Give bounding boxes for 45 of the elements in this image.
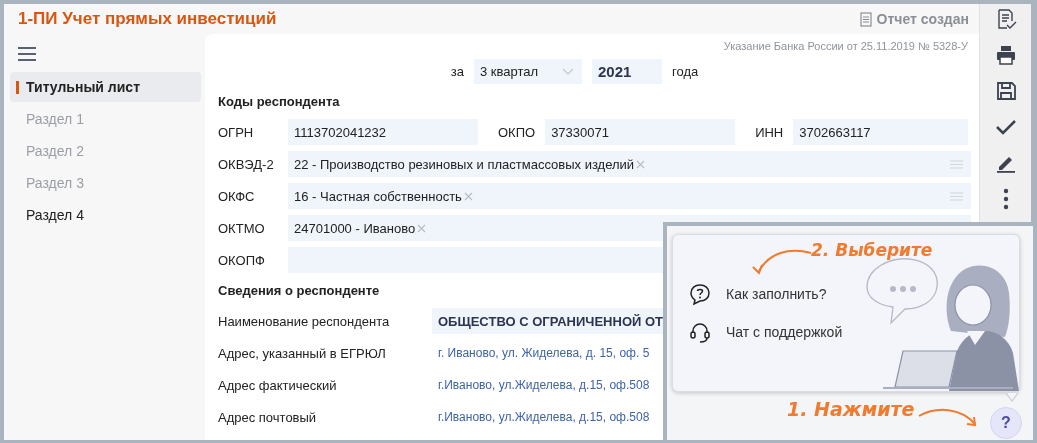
help-menu-item[interactable]: Как заполнить? (689, 283, 827, 305)
save-icon[interactable] (994, 80, 1017, 102)
field-label: Адрес почтовый (218, 409, 318, 425)
period-label: года (672, 64, 699, 79)
field-label: ИНН (755, 124, 784, 140)
tag-text: 22 - Производство резиновых и пластмассовых изделий (294, 156, 635, 172)
hint-text: 2. Выберите (811, 240, 933, 260)
hint-text: 1. Нажмите (787, 398, 915, 420)
help-button[interactable]: ? (990, 407, 1022, 439)
tag-text: 16 - Частная собственность (294, 188, 462, 204)
section-title: Сведения о респонденте (218, 283, 380, 298)
headset-icon (689, 321, 711, 343)
status-text: Отчет создан (876, 11, 969, 27)
sidebar-item[interactable]: Титульный лист (10, 72, 201, 102)
field-label: ОКВЭД-2 (218, 156, 275, 172)
chevron-down-icon (562, 68, 574, 75)
input-field[interactable]: 3702663117 (793, 119, 969, 145)
field-label: Адрес, указанный в ЕГРЮЛ (218, 345, 387, 361)
field-label: ОГРН (218, 124, 255, 140)
field-label: ОКТМО (218, 220, 266, 236)
regulation-note: Указание Банка России от 25.11.2019 № 5328-У (722, 40, 969, 52)
curved-arrow (917, 406, 979, 428)
period-label: за (450, 64, 464, 79)
field-label: Наименование респондента (218, 313, 391, 329)
address-text: г.Иваново, ул.Жиделева, д.15, оф.508 (437, 410, 650, 424)
input-field[interactable]: 1113702041232 (288, 119, 478, 145)
field-label: Адрес фактический (218, 377, 338, 393)
quarter-dropdown[interactable]: 3 квартал (474, 59, 582, 84)
input-field[interactable]: 37330071 (545, 119, 736, 145)
field-label: ОКПО (498, 124, 536, 140)
curved-arrow (749, 247, 813, 277)
tag-text: 24701000 - Иваново (294, 220, 416, 236)
address-text: г. Иваново, ул. Жиделева, д. 15, оф. 5 (437, 346, 650, 360)
app-title: 1-ПИ Учет прямых инвестиций (18, 9, 277, 29)
question-bubble-icon (689, 283, 711, 305)
section-title: Коды респондента (218, 94, 340, 109)
more-icon[interactable] (1002, 188, 1009, 210)
document-icon (859, 11, 872, 27)
field-label: ОКФС (218, 188, 256, 204)
sidebar-item[interactable]: Раздел 4 (10, 200, 201, 230)
address-text: г.Иваново, ул.Жиделева, д.15, оф.508 (437, 378, 650, 392)
year-field[interactable]: 2021 (592, 59, 662, 84)
menu-icon[interactable] (18, 46, 36, 62)
printer-icon[interactable] (994, 44, 1017, 66)
field-label: ОКОПФ (218, 252, 266, 268)
